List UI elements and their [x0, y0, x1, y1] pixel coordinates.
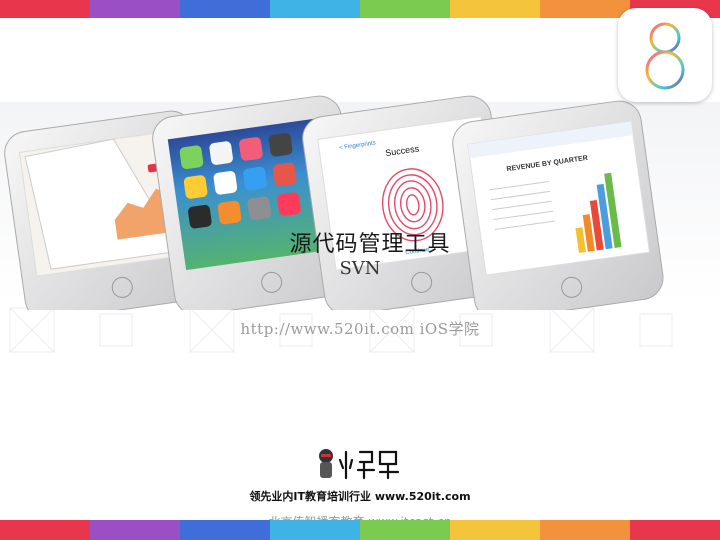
stripe-segment [0, 0, 90, 18]
top-color-stripe [0, 0, 720, 18]
slide-subtitle: SVN [339, 258, 381, 279]
stripe-segment [180, 520, 270, 540]
stripe-segment [180, 0, 270, 18]
stripe-segment [540, 520, 630, 540]
ios-8-logo-icon [645, 22, 685, 90]
stripe-segment [450, 0, 540, 18]
company-slogan: 领先业内IT教育培训行业 www.520it.com [249, 490, 471, 503]
stripe-segment [270, 520, 360, 540]
bottom-color-stripe [0, 520, 720, 540]
ios-8-badge [618, 8, 712, 102]
brand-logo [319, 449, 400, 480]
stripe-segment [270, 0, 360, 18]
stripe-segment [0, 520, 90, 540]
stripe-segment [90, 0, 180, 18]
stripe-segment [360, 520, 450, 540]
slide-url: http://www.520it.com iOS学院 [240, 320, 480, 338]
iphone-chart: REVENUE BY QUARTER [452, 100, 664, 310]
stripe-segment [450, 520, 540, 540]
stripe-segment [630, 520, 720, 540]
stripe-segment [90, 520, 180, 540]
mascot-icon [319, 449, 333, 478]
slide-title: 源代码管理工具 [289, 232, 451, 257]
stripe-segment [540, 0, 630, 18]
stripe-segment [360, 0, 450, 18]
